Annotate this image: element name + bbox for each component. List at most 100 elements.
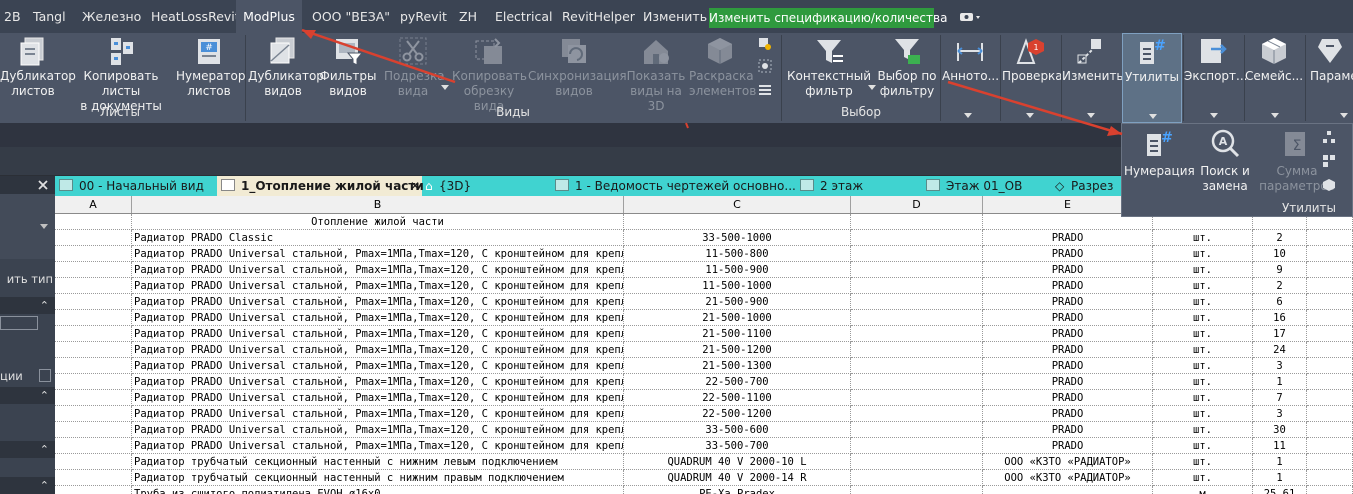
grid-icon[interactable] — [1322, 154, 1336, 168]
view-target-icon[interactable] — [758, 59, 772, 73]
parameters-dropdown[interactable] — [1340, 113, 1348, 118]
column-header-c[interactable]: C — [624, 196, 851, 213]
table-cell[interactable]: Радиатор PRADO Universal стальной, Pmax=… — [132, 390, 624, 406]
table-cell[interactable] — [1307, 326, 1353, 342]
table-cell[interactable]: Радиатор трубчатый секционный настенный … — [132, 470, 624, 486]
doc-tab-schedule[interactable]: 1_Отопление жилой части ✕ — [217, 176, 424, 196]
doc-tab-floor-2[interactable]: 2 этаж — [800, 176, 900, 196]
close-icon[interactable]: ✕ — [410, 176, 420, 196]
close-icon[interactable] — [37, 179, 49, 191]
sync-views-button[interactable]: Синхронизация видов — [528, 33, 627, 103]
table-cell[interactable]: 21-500-900 — [624, 294, 851, 310]
table-cell[interactable]: Радиатор PRADO Universal стальной, Pmax=… — [132, 358, 624, 374]
table-cell[interactable] — [851, 358, 983, 374]
table-cell[interactable]: PRADO — [983, 246, 1153, 262]
copy-sheets-button[interactable]: Копировать листы в документы — [67, 33, 175, 113]
view-filters-button[interactable]: Фильтры видов — [319, 33, 377, 103]
table-cell[interactable] — [851, 454, 983, 470]
table-cell[interactable] — [1307, 374, 1353, 390]
sheet-duplicator-button[interactable]: Дубликатор листов — [0, 33, 76, 103]
table-cell[interactable]: PRADO — [983, 230, 1153, 246]
table-cell[interactable]: Радиатор PRADO Universal стальной, Pmax=… — [132, 326, 624, 342]
tab-electrical[interactable]: Electrical — [495, 0, 552, 33]
table-cell[interactable]: 10 — [1253, 246, 1307, 262]
tab-modify-schedule[interactable]: Изменить спецификацию/количества — [709, 8, 947, 28]
table-cell[interactable]: 11-500-900 — [624, 262, 851, 278]
copy-crop-button[interactable]: Копировать обрезку вида — [452, 33, 527, 113]
table-cell[interactable]: шт. — [1153, 454, 1253, 470]
tab-tangl[interactable]: Tangl — [33, 0, 66, 33]
table-cell[interactable]: шт. — [1153, 230, 1253, 246]
check-dropdown[interactable] — [1026, 113, 1034, 118]
table-cell[interactable] — [55, 262, 132, 278]
table-cell[interactable]: 22-500-700 — [624, 374, 851, 390]
annotation-button[interactable]: Анното... — [942, 33, 999, 103]
table-cell[interactable]: 7 — [1253, 390, 1307, 406]
table-cell[interactable]: 24 — [1253, 342, 1307, 358]
table-cell[interactable] — [55, 454, 132, 470]
table-cell[interactable]: PRADO — [983, 262, 1153, 278]
table-cell[interactable]: шт. — [1153, 406, 1253, 422]
table-cell[interactable]: шт. — [1153, 438, 1253, 454]
tab-zhelezno[interactable]: Железно — [82, 0, 141, 33]
table-cell[interactable] — [851, 310, 983, 326]
tab-pyrevit[interactable]: pyRevit — [400, 0, 447, 33]
table-cell[interactable] — [55, 390, 132, 406]
table-cell[interactable]: PRADO — [983, 438, 1153, 454]
table-cell[interactable]: Радиатор трубчатый секционный настенный … — [132, 454, 624, 470]
table-cell[interactable] — [55, 342, 132, 358]
table-cell[interactable] — [851, 214, 983, 230]
table-cell[interactable]: PRADO — [983, 358, 1153, 374]
show-views-3d-button[interactable]: Показать виды на 3D — [624, 33, 688, 113]
table-cell[interactable]: PRADO — [983, 310, 1153, 326]
table-cell[interactable] — [983, 486, 1153, 494]
table-cell[interactable] — [1307, 390, 1353, 406]
camera-dropdown[interactable] — [958, 0, 984, 33]
table-cell[interactable] — [851, 230, 983, 246]
table-cell[interactable] — [851, 374, 983, 390]
table-cell[interactable]: Радиатор PRADO Universal стальной, Pmax=… — [132, 342, 624, 358]
table-cell[interactable]: QUADRUM 40 V 2000-10 L — [624, 454, 851, 470]
table-cell[interactable]: шт. — [1153, 422, 1253, 438]
table-cell[interactable] — [851, 406, 983, 422]
utilities-dropdown[interactable] — [1149, 114, 1157, 119]
tab-veza[interactable]: ООО "ВЕЗА" — [312, 0, 390, 33]
table-cell[interactable]: Радиатор PRADO Universal стальной, Pmax=… — [132, 294, 624, 310]
table-cell[interactable]: 22-500-1100 — [624, 390, 851, 406]
color-elements-button[interactable]: Раскраска элементов — [689, 33, 756, 103]
tab-izmenit[interactable]: Изменить — [643, 0, 707, 33]
table-cell[interactable] — [55, 294, 132, 310]
table-cell[interactable]: PRADO — [983, 422, 1153, 438]
table-cell[interactable]: 11-500-800 — [624, 246, 851, 262]
table-cell[interactable] — [1307, 294, 1353, 310]
table-cell[interactable]: 30 — [1253, 422, 1307, 438]
modify-dropdown[interactable] — [1087, 113, 1095, 118]
view-crop-dropdown[interactable] — [441, 85, 449, 90]
table-cell[interactable]: Радиатор PRADO Classic — [132, 230, 624, 246]
table-cell[interactable] — [1307, 262, 1353, 278]
table-cell[interactable] — [55, 214, 132, 230]
table-cell[interactable]: м — [1153, 486, 1253, 494]
table-cell[interactable]: PRADO — [983, 390, 1153, 406]
section-header[interactable]: ⌃ — [0, 477, 55, 494]
families-button[interactable]: Семейс... — [1245, 33, 1303, 103]
table-cell[interactable]: PRADO — [983, 406, 1153, 422]
families-dropdown[interactable] — [1271, 113, 1279, 118]
table-cell[interactable]: ООО «КЗТО «РАДИАТОР» — [983, 454, 1153, 470]
numbering-button[interactable]: # Нумерация — [1124, 124, 1195, 196]
section-header[interactable]: ⌃ — [0, 441, 55, 458]
table-cell[interactable] — [55, 438, 132, 454]
table-cell[interactable] — [851, 262, 983, 278]
table-cell[interactable] — [1307, 342, 1353, 358]
table-cell[interactable] — [851, 390, 983, 406]
table-cell[interactable]: ООО «КЗТО «РАДИАТОР» — [983, 470, 1153, 486]
table-cell[interactable]: 1 — [1253, 470, 1307, 486]
table-cell[interactable]: 33-500-1000 — [624, 230, 851, 246]
table-cell[interactable] — [55, 326, 132, 342]
table-cell[interactable]: шт. — [1153, 470, 1253, 486]
table-cell[interactable]: 22-500-1200 — [624, 406, 851, 422]
table-cell[interactable] — [851, 422, 983, 438]
table-cell[interactable]: шт. — [1153, 278, 1253, 294]
table-cell[interactable]: 3 — [1253, 406, 1307, 422]
doc-tab-floor-01[interactable]: Этаж 01_ОВ — [926, 176, 1046, 196]
